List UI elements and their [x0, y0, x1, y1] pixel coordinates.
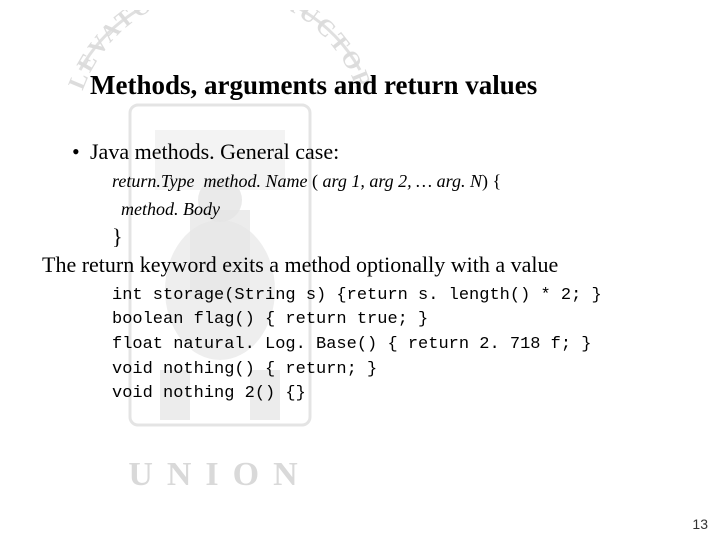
code-line-5: void nothing 2() {}: [112, 384, 306, 403]
sig-body: method. Body: [121, 199, 220, 219]
logo-text-bottom: UNION: [128, 456, 311, 493]
code-example-block: int storage(String s) {return s. length(…: [112, 284, 670, 407]
code-line-3: float natural. Log. Base() { return 2. 7…: [112, 335, 591, 354]
method-close-brace: }: [112, 224, 670, 250]
slide-title: Methods, arguments and return values: [90, 70, 670, 101]
sig-args: arg 1, arg 2, … arg. N: [322, 171, 482, 191]
sig-open-paren: (: [312, 171, 323, 191]
code-line-1: int storage(String s) {return s. length(…: [112, 286, 602, 305]
method-signature-line2: method. Body: [112, 197, 670, 221]
slide-content: Methods, arguments and return values •Ja…: [0, 0, 720, 407]
bullet-dot: •: [72, 139, 90, 165]
method-signature-line1: return.Type method. Name ( arg 1, arg 2,…: [112, 169, 670, 193]
return-explanation: The return keyword exits a method option…: [42, 252, 670, 278]
page-number: 13: [692, 516, 708, 532]
code-line-2: boolean flag() { return true; }: [112, 310, 428, 329]
sig-close-paren: ) {: [482, 171, 501, 191]
code-line-4: void nothing() { return; }: [112, 360, 377, 379]
sig-return-type: return.Type: [112, 171, 195, 191]
sig-method-name: method. Name: [204, 171, 308, 191]
bullet-item: •Java methods. General case:: [72, 139, 670, 165]
bullet-text: Java methods. General case:: [90, 139, 339, 164]
